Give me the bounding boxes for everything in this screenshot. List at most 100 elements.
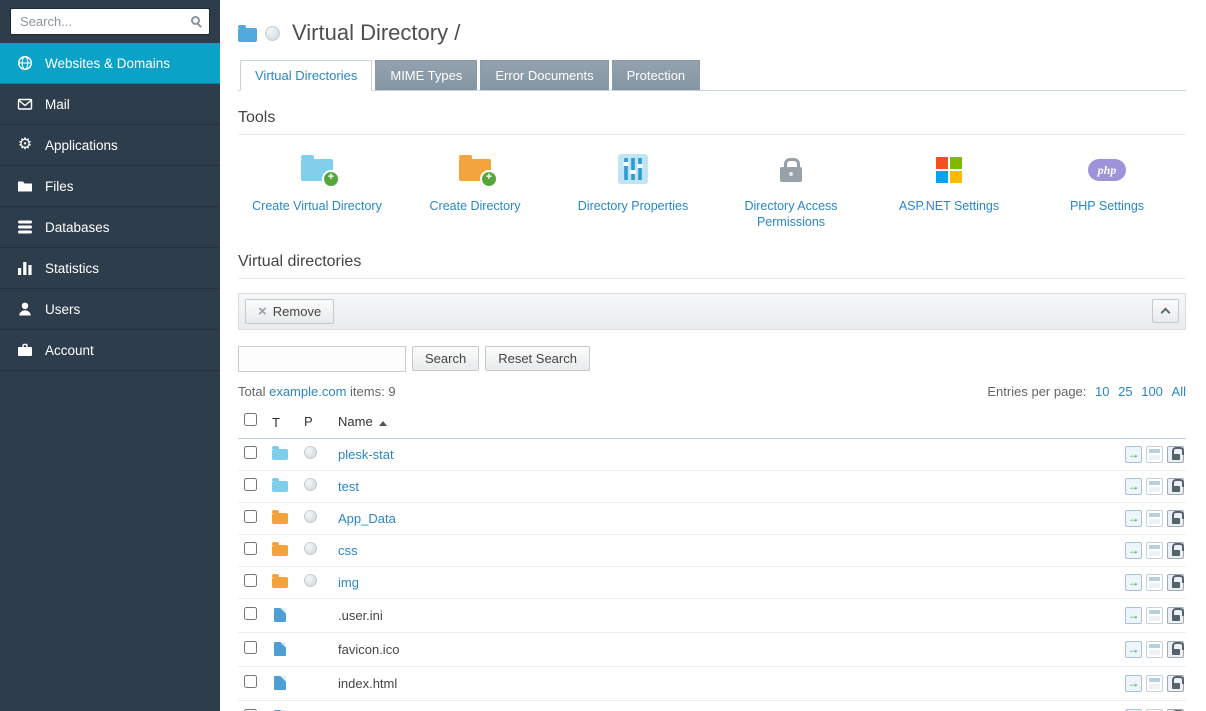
tab-error-documents[interactable]: Error Documents	[480, 60, 608, 90]
tool-aspnet-settings[interactable]: ASP.NET Settings	[870, 151, 1028, 231]
page-size-25[interactable]: 25	[1118, 384, 1132, 399]
domain-link[interactable]: example.com	[269, 384, 346, 399]
tool-label[interactable]: ASP.NET Settings	[899, 198, 999, 214]
row-name-link[interactable]: App_Data	[338, 511, 396, 526]
tool-label[interactable]: PHP Settings	[1070, 198, 1144, 214]
sidebar-item-label: Mail	[45, 97, 70, 112]
sidebar-item-statistics[interactable]: Statistics	[0, 248, 220, 289]
lock-icon[interactable]	[1167, 478, 1184, 495]
preview-icon[interactable]	[1146, 478, 1163, 495]
column-name[interactable]: Name	[338, 414, 1096, 429]
lock-icon[interactable]	[1167, 675, 1184, 692]
column-protection[interactable]: P	[304, 414, 338, 429]
lock-icon[interactable]	[1167, 542, 1184, 559]
open-icon[interactable]	[1125, 542, 1142, 559]
lock-icon[interactable]	[1167, 446, 1184, 463]
type-icon	[272, 545, 288, 556]
page-size-10[interactable]: 10	[1095, 384, 1109, 399]
list-search-row: Search Reset Search	[238, 346, 1186, 372]
row-name-link[interactable]: index.html	[338, 676, 397, 691]
row-checkbox[interactable]	[244, 542, 257, 555]
open-icon[interactable]	[1125, 641, 1142, 658]
tool-create-virtual-directory[interactable]: Create Virtual Directory	[238, 151, 396, 231]
main-content: Virtual Directory / Virtual Directories …	[220, 0, 1206, 711]
preview-icon[interactable]	[1146, 446, 1163, 463]
search-icon[interactable]	[191, 16, 200, 25]
tool-directory-access-permissions[interactable]: Directory Access Permissions	[712, 151, 870, 231]
sidebar-item-account[interactable]: Account	[0, 330, 220, 371]
row-name-link[interactable]: favicon.ico	[338, 642, 399, 657]
remove-button[interactable]: Remove	[245, 299, 334, 324]
row-checkbox[interactable]	[244, 607, 257, 620]
sidebar-item-mail[interactable]: Mail	[0, 84, 220, 125]
tab-bar: Virtual Directories MIME Types Error Doc…	[238, 60, 1186, 91]
search-button[interactable]: Search	[412, 346, 479, 371]
lock-icon[interactable]	[1167, 641, 1184, 658]
preview-icon[interactable]	[1146, 574, 1163, 591]
row-checkbox[interactable]	[244, 675, 257, 688]
open-icon[interactable]	[1125, 607, 1142, 624]
reset-search-button[interactable]: Reset Search	[485, 346, 590, 371]
sidebar-item-databases[interactable]: Databases	[0, 207, 220, 248]
lock-icon[interactable]	[1167, 510, 1184, 527]
row-name-link[interactable]: plesk-stat	[338, 447, 394, 462]
lock-icon[interactable]	[1167, 607, 1184, 624]
totals-suffix: items: 9	[350, 384, 396, 399]
sidebar-item-label: Users	[45, 302, 80, 317]
row-checkbox[interactable]	[244, 510, 257, 523]
open-icon[interactable]	[1125, 574, 1142, 591]
remove-icon	[258, 304, 267, 319]
sidebar-item-label: Statistics	[45, 261, 99, 276]
open-icon[interactable]	[1125, 675, 1142, 692]
table-header: T P Name	[238, 405, 1186, 439]
row-name-link[interactable]: css	[338, 543, 358, 558]
tool-php-settings[interactable]: php PHP Settings	[1028, 151, 1186, 231]
sidebar-item-websites-domains[interactable]: Websites & Domains	[0, 43, 220, 84]
table-row: test	[238, 471, 1186, 503]
page-size-all[interactable]: All	[1172, 384, 1186, 399]
sidebar-item-users[interactable]: Users	[0, 289, 220, 330]
row-checkbox[interactable]	[244, 641, 257, 654]
sidebar-item-files[interactable]: Files	[0, 166, 220, 207]
tab-protection[interactable]: Protection	[612, 60, 701, 90]
preview-icon[interactable]	[1146, 510, 1163, 527]
table-row: .user.ini	[238, 599, 1186, 633]
entries-label: Entries per page:	[987, 384, 1086, 399]
open-icon[interactable]	[1125, 446, 1142, 463]
row-checkbox[interactable]	[244, 478, 257, 491]
preview-icon[interactable]	[1146, 641, 1163, 658]
preview-icon[interactable]	[1146, 675, 1163, 692]
row-name-link[interactable]: .user.ini	[338, 608, 383, 623]
row-checkbox[interactable]	[244, 574, 257, 587]
sidebar-item-label: Applications	[45, 138, 118, 153]
tool-label[interactable]: Create Directory	[430, 198, 521, 214]
tool-create-directory[interactable]: Create Directory	[396, 151, 554, 231]
open-icon[interactable]	[1125, 478, 1142, 495]
row-checkbox[interactable]	[244, 446, 257, 459]
table-row: web.config	[238, 701, 1186, 711]
row-name-link[interactable]: test	[338, 479, 359, 494]
select-all-checkbox[interactable]	[244, 413, 257, 426]
preview-icon[interactable]	[1146, 607, 1163, 624]
tool-directory-properties[interactable]: Directory Properties	[554, 151, 712, 231]
tool-label[interactable]: Directory Access Permissions	[721, 198, 861, 231]
page-size-100[interactable]: 100	[1141, 384, 1163, 399]
sort-asc-icon	[379, 421, 387, 426]
breadcrumb-folder-icon	[238, 28, 257, 42]
sidebar-item-applications[interactable]: Applications	[0, 125, 220, 166]
aspnet-settings-icon	[936, 157, 962, 183]
row-name-link[interactable]: img	[338, 575, 359, 590]
lock-icon[interactable]	[1167, 574, 1184, 591]
breadcrumb-shield-icon	[265, 26, 280, 41]
collapse-toolbar-button[interactable]	[1152, 299, 1179, 323]
tool-label[interactable]: Create Virtual Directory	[252, 198, 382, 214]
search-input[interactable]	[10, 8, 210, 35]
tab-mime-types[interactable]: MIME Types	[375, 60, 477, 90]
column-type[interactable]: T	[272, 413, 304, 430]
tool-label[interactable]: Directory Properties	[578, 198, 688, 214]
list-search-input[interactable]	[238, 346, 406, 372]
tab-virtual-directories[interactable]: Virtual Directories	[240, 60, 372, 91]
open-icon[interactable]	[1125, 510, 1142, 527]
database-icon	[16, 219, 34, 235]
preview-icon[interactable]	[1146, 542, 1163, 559]
